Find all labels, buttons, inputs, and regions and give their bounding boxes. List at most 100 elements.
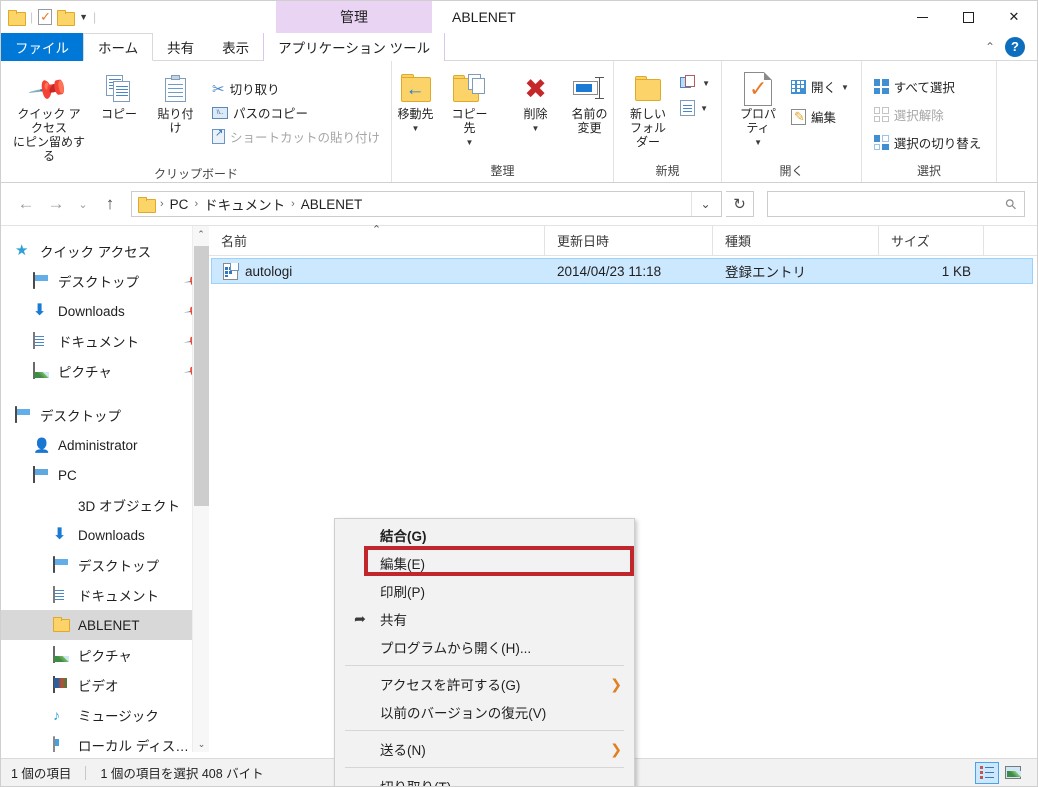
pin-label-line1: クイック アクセス	[17, 107, 81, 135]
window-title: ABLENET	[452, 9, 516, 25]
delete-label: 削除	[523, 107, 548, 121]
edit-label: 編集	[811, 111, 837, 125]
scroll-down-button[interactable]: ⌄	[193, 736, 209, 752]
sidebar-item-label: ピクチャ	[58, 365, 112, 380]
sidebar-item-qa-downloads[interactable]: ⬇ Downloads 📌	[1, 296, 209, 326]
tab-home[interactable]: ホーム	[83, 33, 154, 61]
collapse-ribbon-icon[interactable]: ⌃	[985, 40, 995, 54]
tab-file[interactable]: ファイル	[1, 33, 83, 61]
new-folder-button[interactable]: 新しい フォルダー	[620, 69, 676, 151]
paste-shortcut-button[interactable]: ショートカットの貼り付け	[210, 125, 385, 148]
copy-to-button[interactable]: コピー先 ▼	[444, 69, 496, 152]
sidebar-item-3d-objects[interactable]: 3D オブジェクト	[1, 490, 209, 520]
sidebar-item-videos[interactable]: ビデオ	[1, 670, 209, 700]
recent-locations-button[interactable]: ⌄	[73, 191, 93, 217]
rename-label-line1: 名前の	[571, 107, 608, 121]
context-menu-item-open-with[interactable]: プログラムから開く(H)...	[335, 633, 634, 661]
new-folder-label-line2: フォルダー	[630, 121, 667, 149]
download-icon: ⬇	[33, 302, 47, 319]
context-menu-item-edit[interactable]: 編集(E)	[335, 549, 634, 577]
context-menu-item-cut[interactable]: 切り取り(T)	[335, 772, 634, 786]
select-none-label: 選択解除	[893, 109, 944, 123]
sidebar-item-downloads[interactable]: ⬇ Downloads	[1, 520, 209, 550]
sidebar-item-documents[interactable]: ドキュメント	[1, 580, 209, 610]
sidebar-item-pc[interactable]: PC	[1, 460, 209, 490]
cut-button[interactable]: ✂ 切り取り	[210, 77, 385, 100]
tab-share[interactable]: 共有	[153, 33, 208, 61]
sidebar-item-local-disk-c[interactable]: ローカル ディスク (C:)	[1, 730, 209, 752]
column-header-type[interactable]: 種類	[713, 225, 879, 256]
edit-button[interactable]: 編集	[789, 105, 854, 128]
breadcrumb-item-ablenet[interactable]: ABLENET	[296, 195, 368, 214]
breadcrumb[interactable]: › PC › ドキュメント › ABLENET ⌄	[131, 191, 722, 217]
context-menu-item-send-to[interactable]: 送る(N) ❯	[335, 735, 634, 763]
sidebar-item-desktop[interactable]: デスクトップ	[1, 400, 209, 430]
chevron-down-icon[interactable]: ⌄	[691, 192, 719, 216]
forward-button[interactable]: →	[43, 191, 69, 217]
sidebar-item-label: ABLENET	[78, 617, 140, 633]
context-menu-item-print[interactable]: 印刷(P)	[335, 577, 634, 605]
large-icons-view-button[interactable]	[1001, 762, 1025, 784]
context-menu-item-give-access[interactable]: アクセスを許可する(G) ❯	[335, 670, 634, 698]
table-row[interactable]: autologi 2014/04/23 11:18 登録エントリ 1 KB	[211, 258, 1033, 284]
sidebar-item-qa-pictures[interactable]: ピクチャ 📌	[1, 356, 209, 386]
select-all-label: すべて選択	[893, 81, 955, 95]
up-button[interactable]: ↑	[97, 191, 123, 217]
minimize-button[interactable]	[899, 1, 945, 33]
details-view-button[interactable]	[975, 761, 999, 784]
move-to-button[interactable]: ← 移動先 ▼	[390, 69, 442, 138]
sidebar-item-qa-desktop[interactable]: デスクトップ 📌	[1, 266, 209, 296]
new-item-button[interactable]: ▼	[678, 73, 715, 92]
column-header-name[interactable]: 名前	[209, 225, 545, 256]
select-all-button[interactable]: すべて選択	[872, 75, 987, 98]
back-button[interactable]: ←	[13, 191, 39, 217]
search-box[interactable]: ⚲	[767, 191, 1025, 217]
pin-to-quick-access-button[interactable]: 📌 クイック アクセス にピン留めする	[7, 67, 91, 165]
breadcrumb-item-pc[interactable]: PC	[165, 195, 194, 214]
tab-application-tools[interactable]: アプリケーション ツール	[263, 33, 446, 61]
copy-button[interactable]: コピー	[93, 69, 145, 123]
sidebar-item-desktop-2[interactable]: デスクトップ	[1, 550, 209, 580]
context-menu-item-merge[interactable]: 結合(G)	[335, 521, 634, 549]
copy-path-button[interactable]: \\.. パスのコピー	[210, 101, 385, 124]
sidebar-item-administrator[interactable]: 👤 Administrator	[1, 430, 209, 460]
refresh-button[interactable]: ↻	[726, 191, 754, 217]
rename-button[interactable]: 名前の 変更	[564, 69, 616, 137]
chevron-down-icon: ▼	[754, 138, 762, 147]
clipboard-small-buttons: ✂ 切り取り \\.. パスのコピー ショートカットの貼り付け	[210, 69, 385, 148]
delete-x-icon: ✖	[524, 74, 547, 104]
search-input[interactable]	[776, 195, 1006, 213]
select-none-icon	[873, 107, 889, 122]
select-none-button[interactable]: 選択解除	[872, 103, 987, 126]
sidebar-item-qa-documents[interactable]: ドキュメント 📌	[1, 326, 209, 356]
tab-view[interactable]: 表示	[208, 33, 263, 61]
delete-button[interactable]: ✖ 削除 ▼	[510, 69, 562, 138]
paste-button[interactable]: 貼り付け	[147, 69, 204, 137]
scrollbar-thumb[interactable]	[194, 246, 209, 506]
close-button[interactable]: ✕	[991, 1, 1037, 33]
sidebar-item-music[interactable]: ♪ ミュージック	[1, 700, 209, 730]
pc-icon	[33, 466, 51, 483]
ribbon-filler	[997, 61, 1037, 182]
folder-icon	[53, 617, 71, 633]
column-header-modified[interactable]: 更新日時	[545, 225, 713, 256]
maximize-button[interactable]	[945, 1, 991, 33]
open-button[interactable]: 開く ▼	[789, 75, 854, 98]
context-menu-item-share[interactable]: ➦ 共有	[335, 605, 634, 633]
context-menu-item-restore-previous-versions[interactable]: 以前のバージョンの復元(V)	[335, 698, 634, 726]
sidebar-item-label: ドキュメント	[58, 335, 139, 350]
help-icon[interactable]: ?	[1005, 36, 1025, 57]
chevron-down-icon: ▼	[411, 124, 420, 133]
sidebar-item-ablenet[interactable]: ABLENET	[1, 610, 209, 640]
navigation-pane-scrollbar[interactable]: ⌃ ⌄	[192, 226, 209, 752]
sidebar-item-pictures[interactable]: ピクチャ	[1, 640, 209, 670]
easy-access-button[interactable]: ▼	[678, 98, 715, 118]
properties-button[interactable]: プロパティ ▼	[729, 69, 787, 152]
invert-selection-button[interactable]: 選択の切り替え	[872, 131, 987, 154]
scroll-up-button[interactable]: ⌃	[193, 226, 209, 243]
breadcrumb-item-documents[interactable]: ドキュメント	[199, 192, 290, 216]
context-menu: 結合(G) 編集(E) 印刷(P) ➦ 共有 プログラムから開く(H)... ア…	[334, 518, 635, 786]
new-group-label: 新規	[655, 164, 680, 178]
column-header-size[interactable]: サイズ	[879, 225, 984, 256]
sidebar-item-quick-access[interactable]: ★ クイック アクセス	[1, 236, 209, 266]
